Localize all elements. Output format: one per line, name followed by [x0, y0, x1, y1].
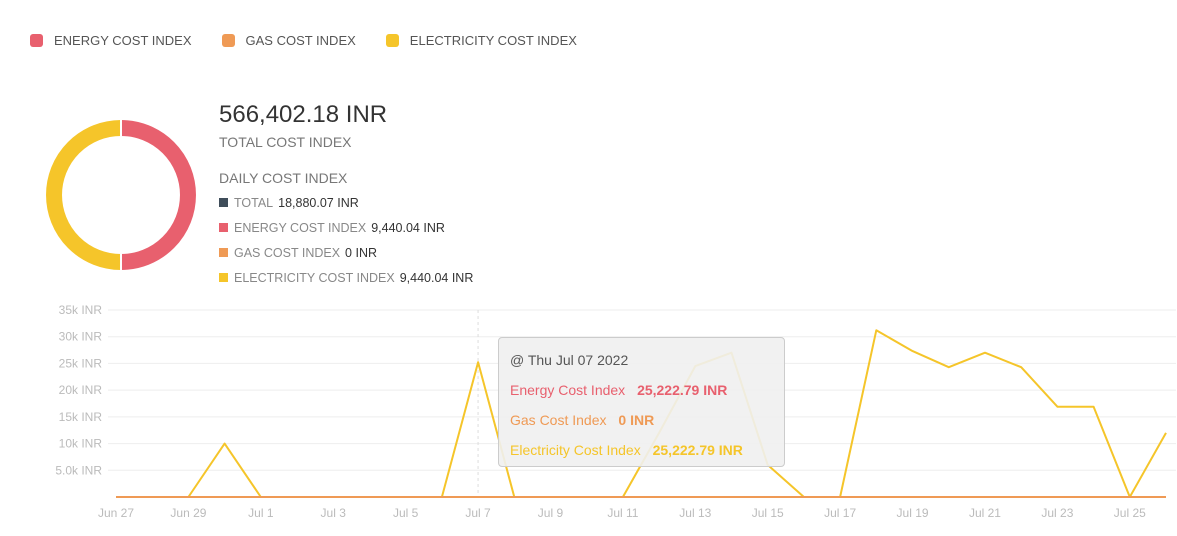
daily-value-electricity: 9,440.04 INR [399, 270, 474, 285]
legend-label-electricity: ELECTRICITY COST INDEX [409, 33, 577, 48]
daily-swatch-total [219, 198, 228, 207]
legend-item-gas[interactable]: GAS COST INDEX [221, 33, 356, 48]
x-tick-label: Jun 29 [170, 506, 206, 520]
y-tick-label: 15k INR [59, 410, 103, 424]
x-tick-label: Jul 15 [752, 506, 784, 520]
tooltip-row-gas: Gas Cost Index 0 INR [510, 412, 784, 430]
chart-tooltip: @ Thu Jul 07 2022 Energy Cost Index 25,2… [498, 337, 785, 467]
tooltip-name-energy: Energy Cost Index [510, 382, 626, 398]
x-tick-label: Jul 23 [1041, 506, 1073, 520]
x-tick-label: Jul 7 [465, 506, 491, 520]
legend-item-energy[interactable]: ENERGY COST INDEX [30, 33, 192, 48]
daily-name-energy: ENERGY COST INDEX [234, 220, 367, 235]
x-tick-label: Jul 21 [969, 506, 1001, 520]
donut-chart [46, 120, 196, 270]
tooltip-row-energy: Energy Cost Index 25,222.79 INR [510, 382, 784, 400]
y-tick-label: 25k INR [59, 356, 103, 370]
tooltip-name-gas: Gas Cost Index [510, 412, 607, 428]
daily-row-gas: GAS COST INDEX 0 INR [219, 244, 473, 261]
legend-label-energy: ENERGY COST INDEX [54, 33, 192, 48]
daily-swatch-energy [219, 223, 228, 232]
x-tick-label: Jul 25 [1114, 506, 1146, 520]
y-tick-label: 5.0k INR [55, 463, 102, 477]
daily-row-electricity: ELECTRICITY COST INDEX 9,440.04 INR [219, 269, 473, 286]
daily-value-total: 18,880.07 INR [278, 195, 359, 210]
legend-swatch-gas [221, 34, 235, 47]
y-tick-label: 10k INR [59, 437, 103, 451]
legend-swatch-electricity [385, 34, 399, 47]
chart-legend: ENERGY COST INDEX GAS COST INDEX ELECTRI… [30, 33, 607, 48]
daily-row-total: TOTAL 18,880.07 INR [219, 194, 473, 211]
legend-swatch-energy [30, 34, 43, 47]
total-cost-value: 566,402.18 INR [219, 101, 388, 128]
x-tick-label: Jul 3 [321, 506, 347, 520]
daily-swatch-electricity [219, 273, 228, 282]
daily-value-gas: 0 INR [345, 245, 377, 260]
legend-item-electricity[interactable]: ELECTRICITY COST INDEX [385, 33, 577, 48]
x-tick-label: Jul 1 [248, 506, 274, 520]
x-tick-label: Jul 5 [393, 506, 419, 520]
x-tick-label: Jul 11 [607, 506, 638, 520]
legend-label-gas: GAS COST INDEX [245, 33, 356, 48]
daily-name-total: TOTAL [234, 195, 274, 210]
tooltip-row-electricity: Electricity Cost Index 25,222.79 INR [510, 442, 784, 460]
cost-summary: 566,402.18 INR TOTAL COST INDEX DAILY CO… [219, 100, 473, 286]
daily-swatch-gas [219, 248, 228, 257]
y-tick-label: 30k INR [59, 330, 103, 344]
daily-name-gas: GAS COST INDEX [234, 245, 341, 260]
daily-value-energy: 9,440.04 INR [371, 220, 445, 235]
y-tick-label: 20k INR [59, 383, 103, 397]
x-tick-label: Jul 19 [897, 506, 929, 520]
x-tick-label: Jul 9 [538, 506, 564, 520]
daily-row-energy: ENERGY COST INDEX 9,440.04 INR [219, 219, 473, 236]
donut-slice-energy-cost-index[interactable] [120, 120, 196, 270]
tooltip-value-energy: 25,222.79 INR [637, 382, 728, 398]
donut-slice-electricity-cost-index[interactable] [46, 120, 122, 270]
tooltip-value-gas: 0 INR [618, 412, 655, 428]
x-tick-label: Jun 27 [98, 506, 134, 520]
total-cost-label: TOTAL COST INDEX [219, 134, 352, 150]
tooltip-date: @ Thu Jul 07 2022 [510, 352, 629, 368]
daily-cost-label: DAILY COST INDEX [219, 170, 348, 186]
tooltip-value-electricity: 25,222.79 INR [652, 442, 743, 458]
x-tick-label: Jul 13 [679, 506, 711, 520]
y-tick-label: 35k INR [59, 303, 103, 317]
daily-name-electricity: ELECTRICITY COST INDEX [234, 270, 395, 285]
x-tick-label: Jul 17 [824, 506, 856, 520]
tooltip-name-electricity: Electricity Cost Index [510, 442, 641, 458]
